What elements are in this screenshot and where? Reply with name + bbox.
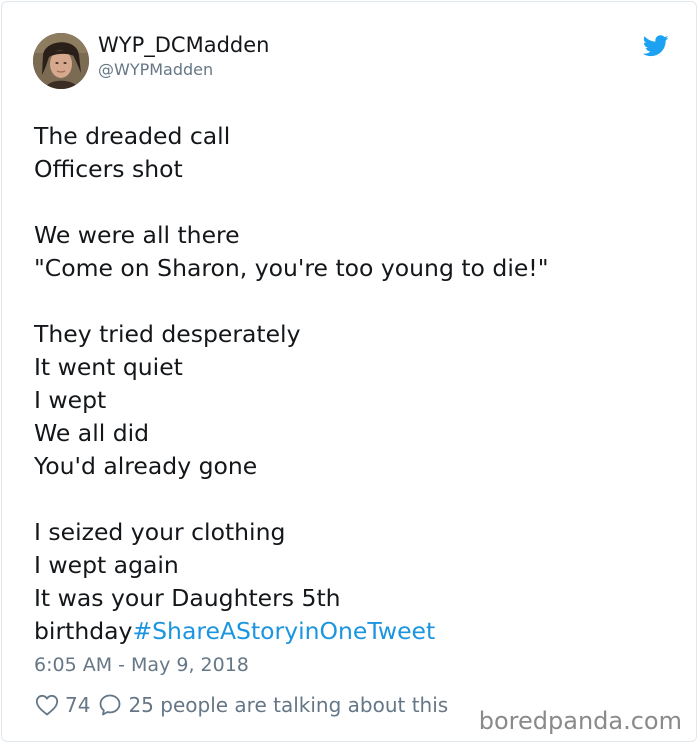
tweet-line: I wept again (34, 551, 179, 579)
tweet-card: WYP_DCMadden @WYPMadden The dreaded call… (1, 1, 697, 742)
twitter-bird-icon[interactable] (643, 35, 669, 57)
tweet-line (34, 483, 654, 516)
tweet-line: The dreaded call (34, 122, 231, 150)
tweet-line: I seized your clothing (34, 518, 286, 546)
author-handle[interactable]: @WYPMadden (98, 60, 213, 79)
tweet-line: We were all there (34, 221, 240, 249)
conversation-link[interactable]: 25 people are talking about this (128, 693, 448, 717)
avatar[interactable] (33, 33, 89, 89)
tweet-text: The dreaded call Officers shot We were a… (34, 120, 654, 648)
engagement-bar: 74 25 people are talking about this (35, 690, 448, 720)
tweet-line: Officers shot (34, 155, 183, 183)
author-display-name[interactable]: WYP_DCMadden (98, 33, 269, 57)
like-count: 74 (65, 693, 91, 717)
hashtag-link[interactable]: #ShareAStoryinOneTweet (132, 617, 435, 645)
heart-icon[interactable] (35, 694, 59, 716)
speech-bubble-icon[interactable] (98, 693, 122, 717)
tweet-line: It was your Daughters 5th (34, 584, 341, 612)
tweet-timestamp[interactable]: 6:05 AM - May 9, 2018 (34, 654, 249, 676)
tweet-last-line-text: birthday (34, 617, 133, 645)
tweet-line: "Come on Sharon, you're too young to die… (34, 254, 549, 282)
tweet-line: You'd already gone (34, 452, 258, 480)
watermark: boredpanda.com (478, 707, 682, 735)
tweet-line: I wept (34, 386, 107, 414)
avatar-photo (33, 33, 89, 89)
tweet-line: We all did (34, 419, 150, 447)
tweet-line (34, 285, 654, 318)
tweet-last-line: birthday#ShareAStoryinOneTweet (34, 615, 654, 648)
tweet-line (34, 186, 654, 219)
tweet-line: They tried desperately (34, 320, 301, 348)
tweet-line: It went quiet (34, 353, 183, 381)
